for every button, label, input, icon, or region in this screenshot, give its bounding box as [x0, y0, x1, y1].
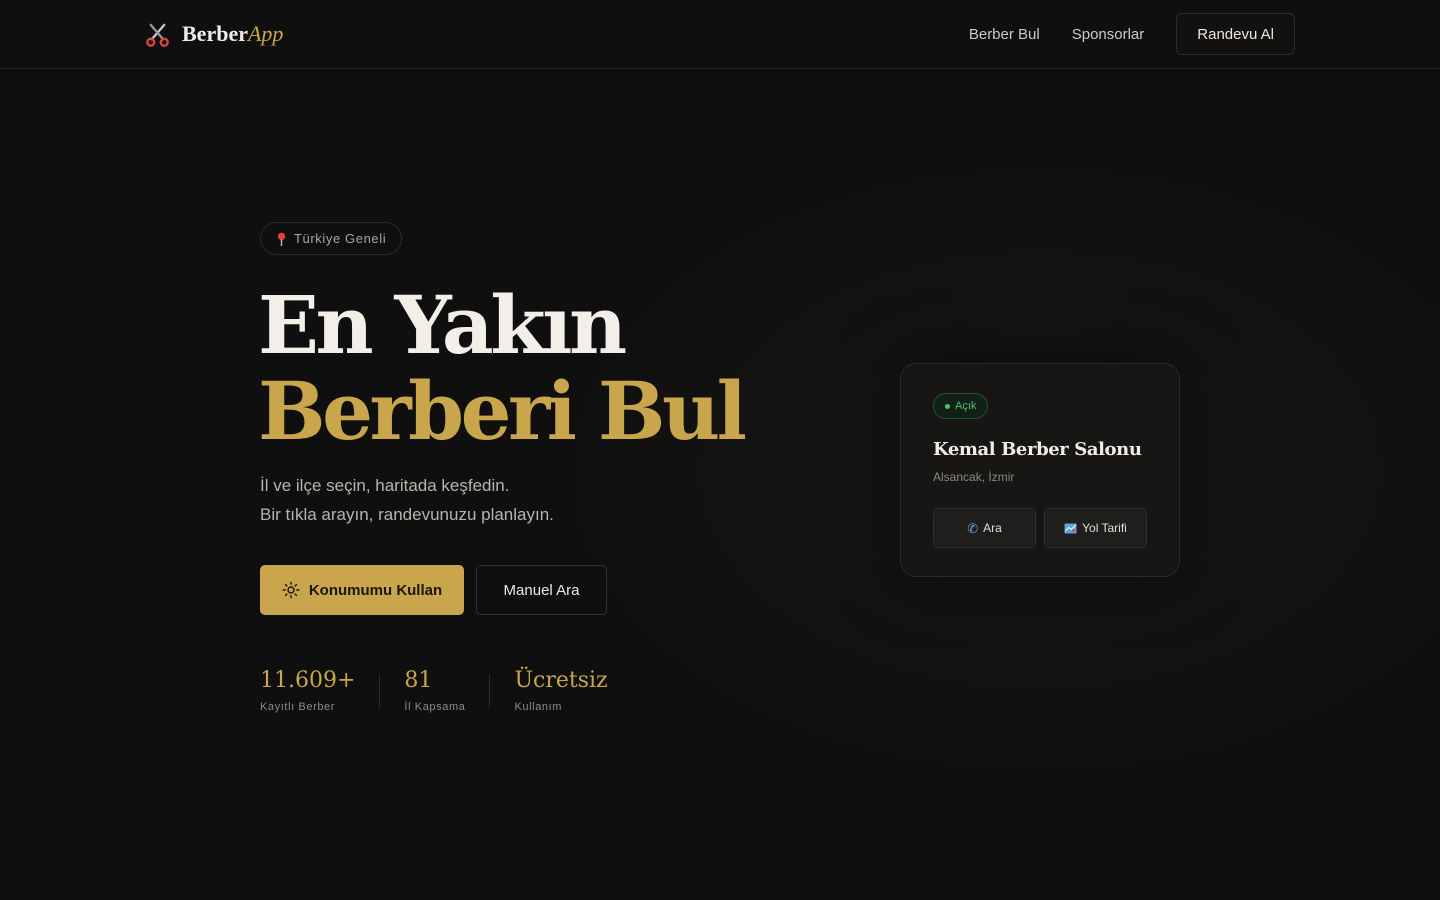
stat-value: Ücretsiz	[514, 668, 608, 693]
top-header: BerberApp Berber Bul Sponsorlar Randevu …	[0, 0, 1440, 69]
call-button[interactable]: ✆ Ara	[933, 508, 1036, 548]
stat-divider	[379, 674, 381, 708]
scissors-icon	[146, 23, 169, 47]
salon-name: Kemal Berber Salonu	[933, 439, 1142, 460]
hero-title: En Yakın Berberi Bul	[258, 278, 747, 458]
map-icon	[1064, 522, 1077, 534]
hero-title-line2: Berberi Bul	[258, 364, 747, 458]
status-badge: Açık	[933, 393, 989, 419]
sun-icon	[282, 581, 300, 599]
logo-accent-text: App	[247, 21, 284, 46]
stat-label: Kullanım	[514, 701, 563, 713]
stat-label: Kayıtlı Berber	[260, 701, 336, 713]
hero-subtitle-line2: Bir tıkla arayın, randevunuzu planlayın.	[260, 505, 554, 524]
nav-link-berber-bul[interactable]: Berber Bul	[969, 26, 1040, 43]
stat-value: 11.609+	[260, 668, 356, 693]
stat-value: 81	[404, 668, 433, 693]
stat-registered-barbers: 11.609+ Kayıtlı Berber	[260, 666, 355, 722]
directions-button[interactable]: Yol Tarifi	[1044, 508, 1147, 548]
logo-main-text: Berber	[182, 21, 248, 46]
logo-text: BerberApp	[182, 23, 283, 45]
page: BerberApp Berber Bul Sponsorlar Randevu …	[0, 0, 1440, 900]
phone-icon: ✆	[967, 520, 979, 536]
nav-link-sponsorlar[interactable]: Sponsorlar	[1072, 26, 1145, 43]
directions-button-label: Yol Tarifi	[1082, 521, 1127, 535]
region-badge: Türkiye Geneli	[260, 222, 403, 255]
call-button-label: Ara	[983, 521, 1002, 535]
stat-label: İl Kapsama	[404, 701, 466, 713]
map-pin-icon	[277, 232, 286, 246]
hero-title-line1: En Yakın	[258, 278, 627, 372]
status-label: Açık	[955, 400, 977, 412]
salon-card: Açık Kemal Berber Salonu Alsancak, İzmir…	[900, 363, 1180, 577]
stat-province-coverage: 81 İl Kapsama	[404, 666, 465, 722]
hero-subtitle: İl ve ilçe seçin, haritada keşfedin. Bir…	[260, 471, 554, 529]
region-badge-label: Türkiye Geneli	[294, 231, 387, 246]
manual-search-button[interactable]: Manuel Ara	[476, 565, 607, 615]
use-location-button-label: Konumumu Kullan	[308, 581, 443, 599]
salon-location: Alsancak, İzmir	[933, 470, 1015, 484]
hero-subtitle-line1: İl ve ilçe seçin, haritada keşfedin.	[260, 476, 510, 495]
stat-divider	[489, 674, 491, 708]
use-location-button[interactable]: Konumumu Kullan	[260, 565, 464, 615]
stat-free-usage: Ücretsiz Kullanım	[514, 666, 607, 722]
stats-row: 11.609+ Kayıtlı Berber 81 İl Kapsama Ücr…	[260, 666, 608, 722]
green-dot-icon	[945, 403, 950, 409]
main-nav: Berber Bul Sponsorlar Randevu Al	[969, 13, 1295, 55]
logo[interactable]: BerberApp	[144, 18, 283, 50]
randevu-al-button[interactable]: Randevu Al	[1176, 13, 1295, 55]
